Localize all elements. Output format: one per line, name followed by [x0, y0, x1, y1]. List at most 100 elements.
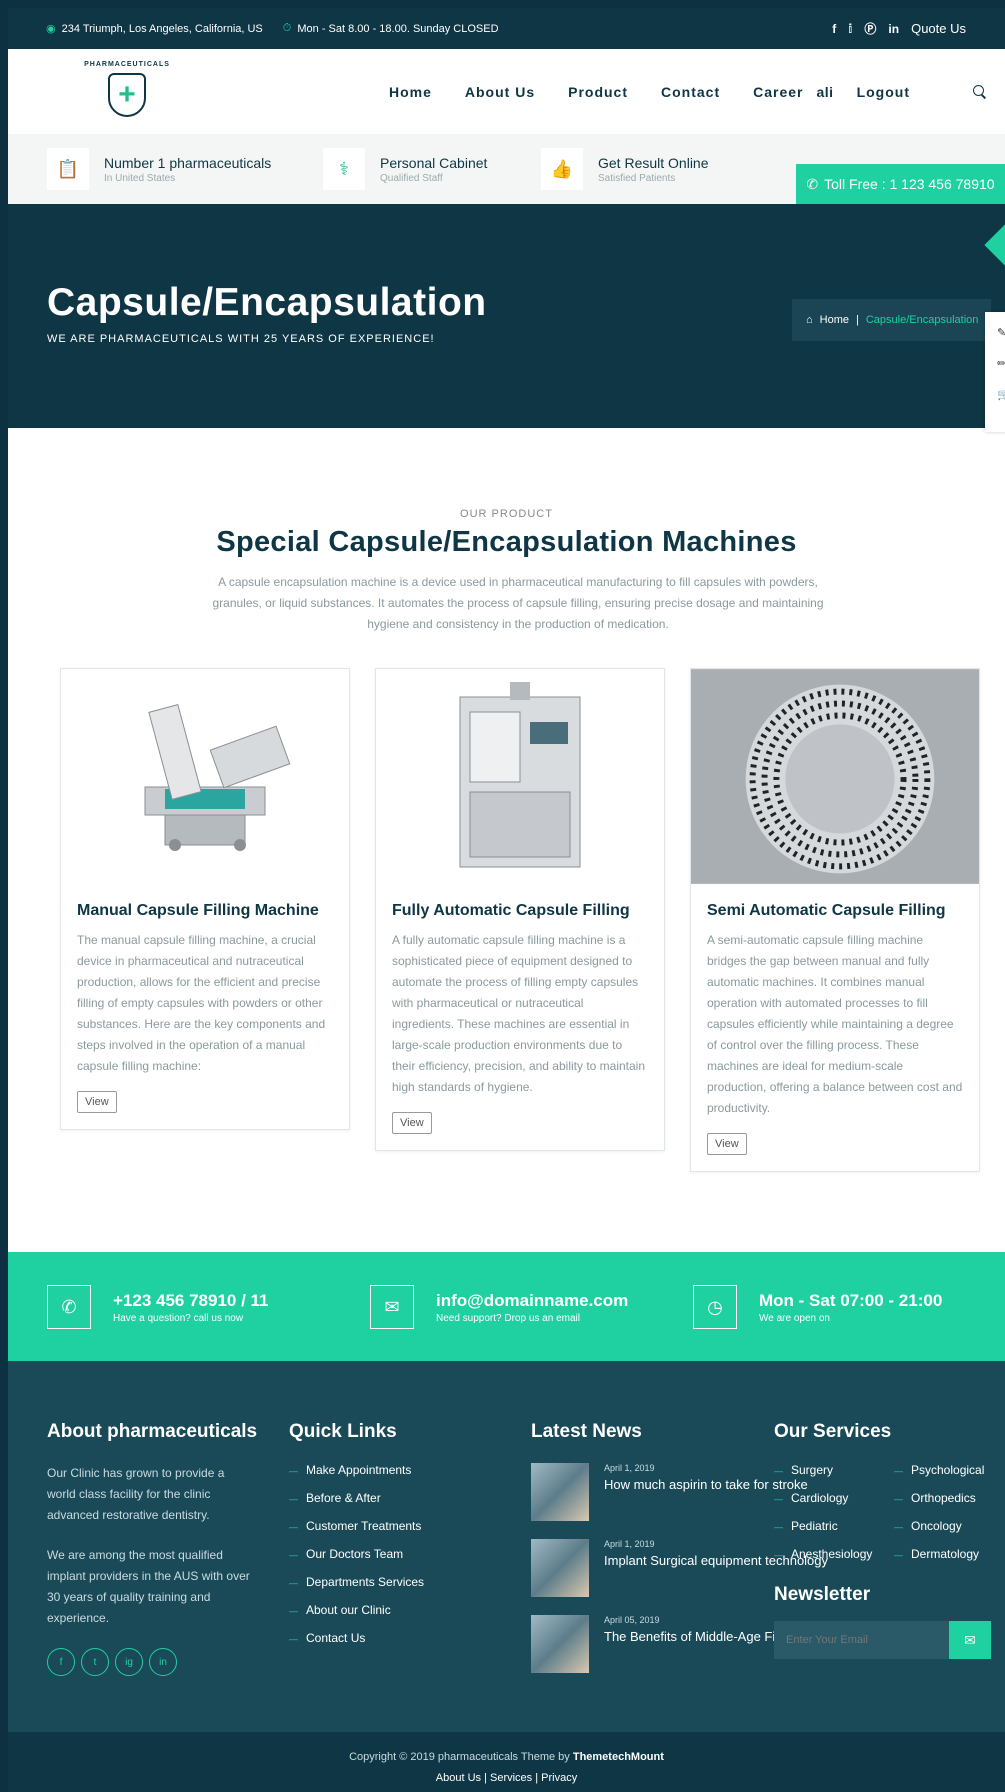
cart-icon[interactable]: 🛒	[997, 388, 1005, 401]
view-button[interactable]: View	[707, 1133, 747, 1155]
footer-link[interactable]: Departments Services	[289, 1575, 424, 1589]
twitter-icon[interactable]: t	[81, 1648, 109, 1676]
newsletter-title: Newsletter	[774, 1584, 871, 1605]
nav-logout[interactable]: Logout	[857, 84, 910, 100]
footer-bottom-link[interactable]: Services	[490, 1772, 532, 1784]
product-description: A fully automatic capsule filling machin…	[392, 933, 646, 1094]
news-thumbnail	[531, 1615, 589, 1673]
service-link[interactable]: Orthopedics	[894, 1491, 994, 1505]
footer-link[interactable]: Contact Us	[289, 1631, 424, 1645]
footer-bottom-link[interactable]: About Us	[436, 1772, 481, 1784]
toll-free-button[interactable]: ✆ Toll Free : 1 123 456 78910	[796, 164, 1005, 204]
section-title: Special Capsule/Encapsulation Machines	[216, 526, 797, 558]
breadcrumb-home[interactable]: Home	[820, 314, 849, 326]
nav-contact[interactable]: Contact	[661, 84, 720, 100]
clock-icon: ⏱	[282, 22, 292, 34]
address: ◉ 234 Triumph, Los Angeles, California, …	[46, 22, 263, 36]
section-eyebrow: OUR PRODUCT	[460, 508, 553, 520]
service-link[interactable]: Oncology	[894, 1519, 994, 1533]
service-link[interactable]: Cardiology	[774, 1491, 894, 1505]
footer-link[interactable]: Make Appointments	[289, 1463, 424, 1477]
decorative-diamond	[984, 222, 1005, 268]
footer-link[interactable]: Our Doctors Team	[289, 1547, 424, 1561]
news-thumbnail	[531, 1463, 589, 1521]
nav-career[interactable]: Career	[753, 84, 803, 100]
page-hero: Capsule/Encapsulation WE ARE PHARMACEUTI…	[8, 204, 1005, 428]
product-description: The manual capsule filling machine, a cr…	[77, 933, 326, 1073]
view-button[interactable]: View	[77, 1091, 117, 1113]
linkedin-icon[interactable]: in	[149, 1648, 177, 1676]
page-tagline: WE ARE PHARMACEUTICALS WITH 25 YEARS OF …	[47, 333, 435, 345]
footer-quick-links: Quick Links Make Appointments Before & A…	[289, 1421, 424, 1659]
product-card: Fully Automatic Capsule Filling A fully …	[375, 668, 665, 1151]
shield-icon: +	[108, 72, 146, 117]
footer-link[interactable]: About our Clinic	[289, 1603, 424, 1617]
footer: About pharmaceuticals Our Clinic has gro…	[8, 1361, 1005, 1732]
nav-user[interactable]: ali	[817, 84, 834, 100]
features-strip: 📋 Number 1 pharmaceuticals In United Sta…	[8, 134, 1005, 204]
newsletter-submit-button[interactable]: ✉	[949, 1621, 991, 1659]
clock-icon: ◷	[693, 1285, 737, 1329]
top-bar: ◉ 234 Triumph, Los Angeles, California, …	[8, 8, 1005, 49]
nav-about[interactable]: About Us	[465, 84, 535, 100]
service-link[interactable]: Psychological	[894, 1463, 994, 1477]
map-pin-icon: ◉	[46, 23, 56, 35]
logo-text: PHARMACEUTICALS	[84, 60, 170, 68]
service-link[interactable]: Dermatology	[894, 1547, 994, 1561]
logo[interactable]: PHARMACEUTICALS +	[83, 61, 171, 123]
feature-item: 📋 Number 1 pharmaceuticals In United Sta…	[47, 148, 271, 190]
product-title: Fully Automatic Capsule Filling	[392, 902, 630, 919]
product-image	[61, 669, 349, 884]
contact-email: ✉ info@domainname.com Need support? Drop…	[370, 1285, 628, 1329]
theme-author-link[interactable]: ThemetechMount	[573, 1751, 664, 1763]
facebook-icon[interactable]: f	[47, 1648, 75, 1676]
home-icon: ⌂	[806, 314, 813, 326]
page-frame: ◉ 234 Triumph, Los Angeles, California, …	[8, 8, 1005, 1792]
phone-icon: ✆	[47, 1285, 91, 1329]
product-card: Manual Capsule Filling Machine The manua…	[60, 668, 350, 1130]
twitter-icon[interactable]: 𝕚	[848, 22, 852, 36]
footer-services: Our Services Surgery Psychological Cardi…	[774, 1421, 994, 1659]
doctor-icon: ⚕	[323, 148, 365, 190]
linkedin-icon[interactable]: in	[888, 22, 899, 36]
product-title: Semi Automatic Capsule Filling	[707, 902, 946, 919]
clipboard-icon: 📋	[47, 148, 89, 190]
view-button[interactable]: View	[392, 1112, 432, 1134]
edit-icon[interactable]: ✏	[997, 357, 1005, 370]
copyright-bar: Copyright © 2019 pharmaceuticals Theme b…	[8, 1732, 1005, 1792]
mail-icon: ✉	[964, 1631, 976, 1648]
page-title: Capsule/Encapsulation	[47, 281, 487, 324]
pinterest-icon[interactable]: Ⓟ	[864, 20, 876, 37]
footer-about: About pharmaceuticals Our Clinic has gro…	[47, 1421, 257, 1676]
phone-icon: ✆	[806, 175, 819, 192]
breadcrumb: ⌂ Home | Capsule/Encapsulation	[792, 299, 991, 341]
footer-link[interactable]: Customer Treatments	[289, 1519, 424, 1533]
quote-link[interactable]: Quote Us	[911, 21, 966, 36]
service-link[interactable]: Pediatric	[774, 1519, 894, 1533]
instagram-icon[interactable]: ig	[115, 1648, 143, 1676]
product-image	[691, 669, 979, 884]
chat-icon[interactable]: ✎	[997, 326, 1005, 339]
product-image	[376, 669, 664, 884]
section-description: A capsule encapsulation machine is a dev…	[212, 575, 824, 631]
search-icon[interactable]	[973, 84, 987, 99]
breadcrumb-current: Capsule/Encapsulation	[865, 314, 979, 326]
newsletter-email-input[interactable]	[774, 1621, 949, 1659]
nav-home[interactable]: Home	[389, 84, 432, 100]
opening-hours: ⏱ Mon - Sat 8.00 - 18.00. Sunday CLOSED	[282, 22, 499, 35]
service-link[interactable]: Anesthesiology	[774, 1547, 894, 1561]
contact-strip: ✆ +123 456 78910 / 11 Have a question? c…	[8, 1252, 1005, 1361]
feature-item: 👍 Get Result Online Satisfied Patients	[541, 148, 709, 190]
footer-link[interactable]: Before & After	[289, 1491, 424, 1505]
news-thumbnail	[531, 1539, 589, 1597]
service-link[interactable]: Surgery	[774, 1463, 894, 1477]
contact-phone: ✆ +123 456 78910 / 11 Have a question? c…	[47, 1285, 269, 1329]
product-title: Manual Capsule Filling Machine	[77, 902, 319, 919]
footer-bottom-link[interactable]: Privacy	[541, 1772, 577, 1784]
thumbs-up-icon: 👍	[541, 148, 583, 190]
main-nav: PHARMACEUTICALS + Home About Us Product …	[8, 49, 1005, 134]
contact-hours: ◷ Mon - Sat 07:00 - 21:00 We are open on	[693, 1285, 942, 1329]
facebook-icon[interactable]: f	[832, 22, 836, 36]
nav-product[interactable]: Product	[568, 84, 628, 100]
side-toolbar: ✎ ✏ 🛒	[985, 312, 1005, 432]
